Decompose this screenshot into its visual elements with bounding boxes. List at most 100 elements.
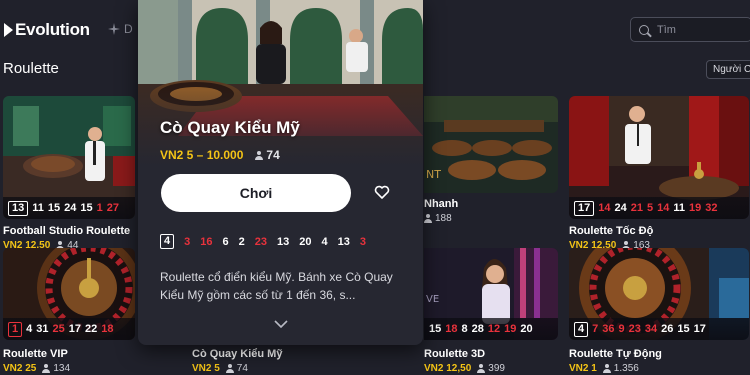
result-number: 17 xyxy=(693,323,706,335)
result-number: 9 xyxy=(618,323,625,335)
svg-text:NT: NT xyxy=(426,168,441,181)
game-thumbnail[interactable]: 17 14 24 21 5 14 11 19 32 xyxy=(569,96,749,219)
game-meta: VN2 25 134 xyxy=(3,363,135,374)
result-number: 20 xyxy=(299,235,312,248)
play-button[interactable]: Chơi xyxy=(161,174,351,212)
player-count-value: 1.356 xyxy=(613,363,639,374)
game-card-roulette-tu-dong[interactable]: 4 7 36 9 23 34 26 15 17 Roulette Tự Động… xyxy=(569,248,749,374)
svg-text:VE: VE xyxy=(426,294,439,305)
result-number: 12 xyxy=(487,323,501,335)
chevron-down-icon[interactable] xyxy=(274,320,288,328)
bet-limit: VN2 12,50 xyxy=(424,363,472,374)
evolution-logo-icon xyxy=(4,23,13,37)
result-number: 3 xyxy=(359,235,366,248)
result-number: 14 xyxy=(657,202,670,214)
result-number: 26 xyxy=(661,323,674,335)
section-title: Roulette xyxy=(3,60,59,77)
person-icon xyxy=(225,364,234,373)
nav-item-label: D xyxy=(124,22,133,36)
result-number: 4 xyxy=(26,323,33,335)
result-number: 20 xyxy=(520,323,533,335)
player-count-value: 188 xyxy=(435,213,452,224)
game-card-roulette-3d[interactable]: VE 15 18 8 28 12 19 20 Roulette 3D VN2 1… xyxy=(424,248,558,374)
game-thumbnail[interactable]: 1 4 31 25 17 22 18 xyxy=(3,248,135,340)
evolution-logo[interactable]: Evolution xyxy=(4,20,90,40)
bet-range: VN2 5 – 10.000 xyxy=(160,148,244,162)
nav-menu[interactable]: D xyxy=(108,22,133,36)
player-count: 1.356 xyxy=(602,363,639,374)
game-meta: VN2 12,50 399 xyxy=(424,363,558,374)
result-number: 16 xyxy=(200,235,213,248)
game-title[interactable]: Roulette VIP xyxy=(3,348,135,360)
result-number: 1 xyxy=(96,202,103,214)
result-number: 7 xyxy=(592,323,599,335)
search-box[interactable] xyxy=(630,17,750,42)
result-number: 15 xyxy=(677,323,690,335)
game-title[interactable]: Nhanh xyxy=(424,198,558,210)
result-number: 18 xyxy=(101,323,114,335)
bet-limit: VN2 25 xyxy=(3,363,37,374)
player-count-value: 74 xyxy=(266,148,280,162)
bet-limit: VN2 1 xyxy=(569,363,597,374)
result-number: 22 xyxy=(85,323,98,335)
game-description: Roulette cổ điển kiểu Mỹ. Bánh xe Cò Qua… xyxy=(160,270,393,302)
result-number: 11 xyxy=(673,202,686,214)
game-meta: VN2 5 74 xyxy=(192,363,352,374)
recent-results: 15 18 8 28 12 19 20 xyxy=(424,318,558,340)
logo-text: Evolution xyxy=(15,20,90,39)
recent-results: 13 11 15 24 15 1 27 xyxy=(3,197,135,219)
result-number: 27 xyxy=(106,202,120,214)
person-icon xyxy=(42,364,51,373)
result-number: 4 xyxy=(321,235,328,248)
person-icon xyxy=(602,364,611,373)
popup-game-meta: VN2 5 – 10.000 74 xyxy=(160,148,280,162)
game-card-nhanh[interactable]: NT Nhanh 188 xyxy=(424,96,558,224)
game-title[interactable]: Football Studio Roulette xyxy=(3,225,135,237)
result-number: 32 xyxy=(705,202,718,214)
player-count: 74 xyxy=(225,363,248,374)
game-title[interactable]: Cò Quay Kiểu Mỹ xyxy=(192,348,352,360)
result-number: 25 xyxy=(52,323,65,335)
american-roulette-studio-image xyxy=(138,0,423,166)
game-card-roulette-toc-do[interactable]: 17 14 24 21 5 14 11 19 32 Roulette Tốc Đ… xyxy=(569,96,749,251)
game-title[interactable]: Roulette Tốc Độ xyxy=(569,225,749,237)
game-thumbnail[interactable]: NT xyxy=(424,96,558,193)
game-thumbnail[interactable]: 13 11 15 24 15 1 27 xyxy=(3,96,135,219)
popup-game-title: Cò Quay Kiểu Mỹ xyxy=(160,118,300,137)
popup-recent-results: 4 3 16 6 2 23 13 20 4 13 3 xyxy=(160,234,366,249)
result-number: 13 xyxy=(337,235,350,248)
game-card-co-quay-kieu-my[interactable]: Cò Quay Kiểu Mỹ VN2 5 74 xyxy=(192,348,352,374)
result-number: 24 xyxy=(614,202,627,214)
popup-hero-image[interactable] xyxy=(138,0,423,166)
result-number: 19 xyxy=(689,202,702,214)
result-number: 14 xyxy=(598,202,611,214)
player-count-value: 399 xyxy=(488,363,505,374)
result-number: 5 xyxy=(647,202,654,214)
result-number: 24 xyxy=(64,202,77,214)
game-card-football-studio-roulette[interactable]: 13 11 15 24 15 1 27 Football Studio Roul… xyxy=(3,96,135,251)
result-number: 2 xyxy=(238,235,245,248)
result-number: 15 xyxy=(429,323,442,335)
person-icon xyxy=(424,214,432,223)
game-title[interactable]: Roulette Tự Động xyxy=(569,348,749,360)
result-number: 6 xyxy=(222,235,229,248)
player-count: 134 xyxy=(42,363,70,374)
result-number: 28 xyxy=(471,323,484,335)
result-number: 18 xyxy=(445,323,458,335)
game-detail-popup[interactable]: Cò Quay Kiểu Mỹ VN2 5 – 10.000 74 Chơi 4… xyxy=(138,0,423,345)
sort-dropdown[interactable]: Người C xyxy=(706,60,750,79)
game-thumbnail[interactable]: VE 15 18 8 28 12 19 20 xyxy=(424,248,558,340)
heart-icon[interactable] xyxy=(374,184,390,200)
sparkle-icon xyxy=(108,23,120,35)
result-number: 3 xyxy=(184,235,191,248)
player-count: 74 xyxy=(255,148,280,162)
game-card-roulette-vip[interactable]: 1 4 31 25 17 22 18 Roulette VIP VN2 25 1… xyxy=(3,248,135,374)
game-thumbnail[interactable]: 4 7 36 9 23 34 26 15 17 xyxy=(569,248,749,340)
result-number: 8 xyxy=(461,323,468,335)
result-number: 15 xyxy=(47,202,61,214)
player-count-value: 74 xyxy=(236,363,248,374)
search-input[interactable] xyxy=(657,23,737,36)
game-title[interactable]: Roulette 3D xyxy=(424,348,558,360)
result-number: 17 xyxy=(68,323,81,335)
result-number: 15 xyxy=(80,202,93,214)
